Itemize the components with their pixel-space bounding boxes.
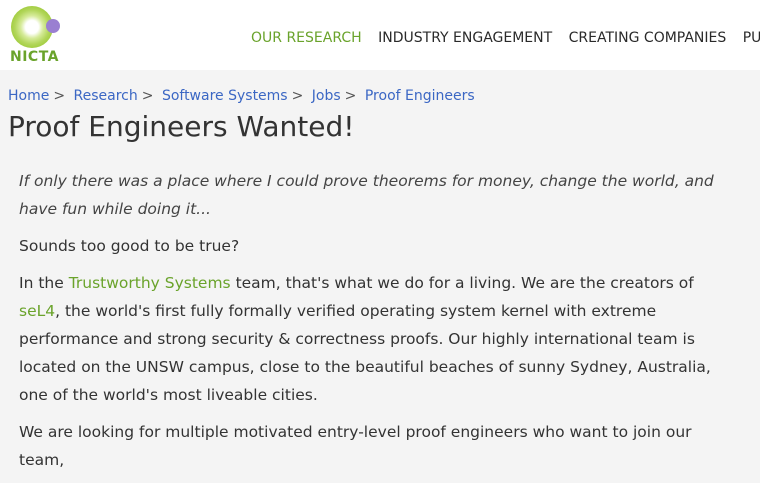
para1-text-start: In the (19, 274, 69, 292)
main-content: If only there was a place where I could … (19, 167, 739, 483)
looking-for-paragraph: We are looking for multiple motivated en… (19, 423, 692, 469)
intro-quote: If only there was a place where I could … (19, 172, 714, 218)
breadcrumb-separator: > (141, 88, 154, 104)
para1-text-middle: team, that's what we do for a living. We… (230, 274, 694, 292)
team-paragraph: In the Trustworthy Systems team, that's … (19, 269, 739, 409)
breadcrumb-proof-engineers[interactable]: Proof Engineers (365, 88, 475, 104)
breadcrumb-separator: > (344, 88, 357, 104)
nav-publications[interactable]: PUBL (743, 30, 760, 46)
site-header: NICTA OUR RESEARCH INDUSTRY ENGAGEMENT C… (0, 0, 760, 70)
breadcrumb-separator: > (291, 88, 304, 104)
main-nav: OUR RESEARCH INDUSTRY ENGAGEMENT CREATIN… (251, 30, 760, 46)
nav-our-research[interactable]: OUR RESEARCH (251, 30, 362, 46)
breadcrumb: Home > Research > Software Systems > Jobs > … (8, 88, 475, 104)
nav-creating-companies[interactable]: CREATING COMPANIES (569, 30, 727, 46)
page-title: Proof Engineers Wanted! (8, 110, 355, 143)
nicta-logo[interactable]: NICTA (8, 6, 64, 66)
question-text: Sounds too good to be true? (19, 237, 240, 255)
trustworthy-systems-link[interactable]: Trustworthy Systems (69, 274, 231, 292)
nav-industry-engagement[interactable]: INDUSTRY ENGAGEMENT (378, 30, 552, 46)
breadcrumb-jobs[interactable]: Jobs (312, 88, 341, 104)
logo-text: NICTA (10, 49, 59, 65)
breadcrumb-home[interactable]: Home (8, 88, 49, 104)
sel4-link[interactable]: seL4 (19, 302, 55, 320)
breadcrumb-separator: > (53, 88, 66, 104)
logo-purple-dot (46, 19, 60, 33)
breadcrumb-software-systems[interactable]: Software Systems (162, 88, 288, 104)
breadcrumb-research[interactable]: Research (74, 88, 138, 104)
para1-text-end: , the world's first fully formally verif… (19, 302, 711, 404)
